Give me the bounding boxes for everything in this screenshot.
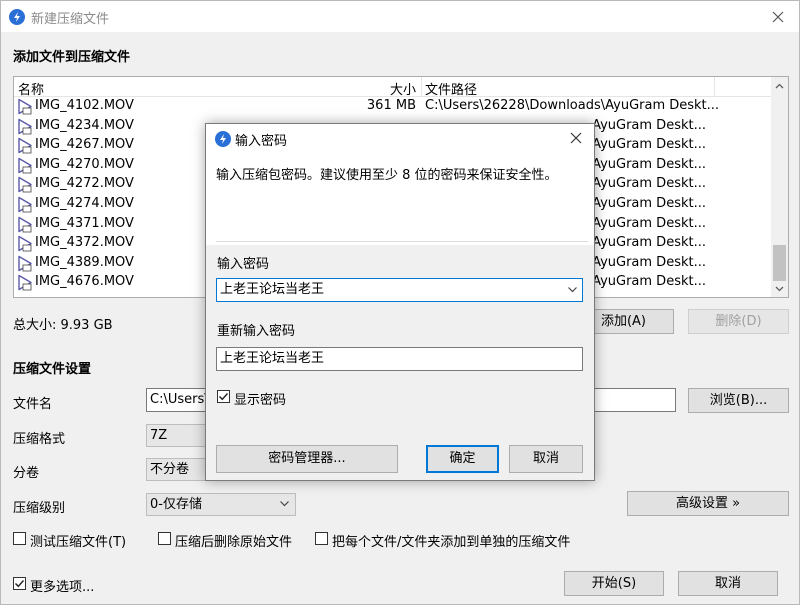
level-select-value: 0-仅存储	[150, 497, 202, 512]
remove-files-button[interactable]: 删除(D)	[688, 309, 789, 334]
ok-button[interactable]: 确定	[426, 445, 499, 473]
separate-archives-checkbox[interactable]	[315, 532, 328, 545]
delete-source-label: 压缩后删除原始文件	[175, 535, 293, 550]
settings-section-title: 压缩文件设置	[13, 362, 92, 377]
level-select[interactable]: 0-仅存储	[146, 493, 296, 516]
file-name: IMG_4676.MOV	[35, 274, 134, 290]
video-file-icon	[18, 157, 32, 174]
video-file-icon	[18, 118, 32, 134]
close-dialog-icon[interactable]	[568, 130, 584, 146]
scrollbar-thumb[interactable]	[773, 245, 786, 281]
file-path: AyuGram Deskt...	[592, 137, 706, 153]
video-file-icon	[18, 216, 32, 232]
file-name: IMG_4274.MOV	[35, 196, 134, 211]
video-file-icon	[18, 235, 32, 252]
scroll-up-icon[interactable]	[775, 82, 784, 91]
file-path: AyuGram Deskt...	[592, 215, 706, 231]
delete-source-checkbox[interactable]	[158, 532, 171, 545]
test-archive-checkbox[interactable]	[13, 532, 26, 545]
test-archive-label: 测试压缩文件(T)	[30, 535, 127, 550]
password-input-value: 上老王论坛当老王	[220, 282, 325, 297]
dialog-title: 输入密码	[235, 134, 288, 149]
password-label: 输入密码	[217, 257, 270, 272]
file-name: IMG_4234.MOV	[35, 117, 134, 133]
file-name: IMG_4270.MOV	[35, 156, 134, 172]
file-path: AyuGram Deskt...	[592, 274, 706, 290]
file-name: IMG_4272.MOV	[35, 176, 134, 192]
file-name: IMG_4371.MOV	[35, 215, 134, 231]
column-header-size[interactable]: 大小	[334, 79, 416, 98]
more-options-checkbox[interactable]	[13, 577, 26, 590]
close-window-icon[interactable]	[767, 6, 789, 28]
dialog-title-bar: 输入密码	[206, 124, 594, 153]
file-name: IMG_4102.MOV	[35, 98, 134, 113]
file-name: IMG_4267.MOV	[35, 137, 134, 153]
dialog-description: 输入压缩包密码。建议使用至少 8 位的密码来保证安全性。	[216, 168, 558, 183]
total-size-label: 总大小: 9.93 GB	[13, 318, 113, 333]
file-list-header: 名称 大小 文件路径	[14, 77, 774, 98]
more-options-label: 更多选项...	[30, 580, 95, 595]
dialog-divider	[216, 241, 588, 242]
column-header-name[interactable]: 名称	[18, 79, 44, 98]
advanced-settings-button[interactable]: 高级设置 »	[627, 491, 789, 516]
file-size: 361 MB	[366, 98, 416, 113]
app-logo-icon	[215, 131, 231, 147]
column-header-path[interactable]: 文件路径	[425, 79, 477, 98]
checkmark-icon	[15, 580, 25, 588]
password-manager-button[interactable]: 密码管理器...	[216, 445, 398, 473]
split-label: 分卷	[13, 466, 40, 481]
password-input[interactable]: 上老王论坛当老王	[216, 278, 583, 302]
list-item[interactable]: IMG_4102.MOV 361 MB C:\Users\26228\Downloa…	[14, 97, 774, 116]
app-logo-icon	[9, 9, 25, 25]
file-name: IMG_4372.MOV	[35, 235, 134, 251]
file-path: AyuGram Deskt...	[592, 176, 706, 192]
start-button[interactable]: 开始(S)	[564, 571, 664, 596]
video-file-icon	[18, 177, 32, 193]
show-password-label: 显示密码	[234, 393, 287, 408]
video-file-icon	[18, 137, 32, 154]
level-label: 压缩级别	[13, 501, 66, 516]
scroll-down-icon[interactable]	[775, 284, 784, 293]
video-file-icon	[18, 196, 32, 213]
chevron-down-icon[interactable]	[568, 287, 577, 293]
confirm-password-label: 重新输入密码	[217, 324, 296, 339]
format-label: 压缩格式	[13, 432, 66, 447]
separate-archives-label: 把每个文件/文件夹添加到单独的压缩文件	[332, 535, 571, 550]
dialog-cancel-button[interactable]: 取消	[509, 445, 583, 473]
confirm-password-input[interactable]: 上老王论坛当老王	[216, 347, 583, 371]
file-path: AyuGram Deskt...	[592, 196, 706, 211]
dialog-description-area: 输入压缩包密码。建议使用至少 8 位的密码来保证安全性。	[206, 153, 594, 245]
video-file-icon	[18, 275, 32, 291]
checkmark-icon	[219, 393, 229, 401]
video-file-icon	[18, 98, 32, 115]
split-select-value: 不分卷	[150, 462, 190, 477]
files-section-title: 添加文件到压缩文件	[13, 50, 131, 65]
video-file-icon	[18, 255, 32, 272]
window-title: 新建压缩文件	[31, 12, 110, 27]
filename-label: 文件名	[13, 397, 53, 412]
title-bar: 新建压缩文件	[1, 1, 799, 32]
chevron-down-icon	[280, 501, 289, 507]
file-name: IMG_4389.MOV	[35, 254, 134, 270]
cancel-button[interactable]: 取消	[678, 571, 778, 596]
file-path: AyuGram Deskt...	[592, 235, 706, 251]
password-dialog: 输入密码 输入压缩包密码。建议使用至少 8 位的密码来保证安全性。 输入密码 上…	[205, 123, 595, 481]
file-path: AyuGram Deskt...	[592, 117, 706, 133]
format-select-value: 7Z	[150, 428, 168, 443]
browse-button[interactable]: 浏览(B)...	[688, 388, 789, 413]
file-path: AyuGram Deskt...	[592, 156, 706, 172]
show-password-checkbox[interactable]	[217, 390, 230, 403]
file-path: C:\Users\26228\Downloads\AyuGram Deskt..…	[425, 98, 720, 113]
file-path: AyuGram Deskt...	[592, 254, 706, 270]
file-list-scrollbar[interactable]	[771, 77, 788, 297]
